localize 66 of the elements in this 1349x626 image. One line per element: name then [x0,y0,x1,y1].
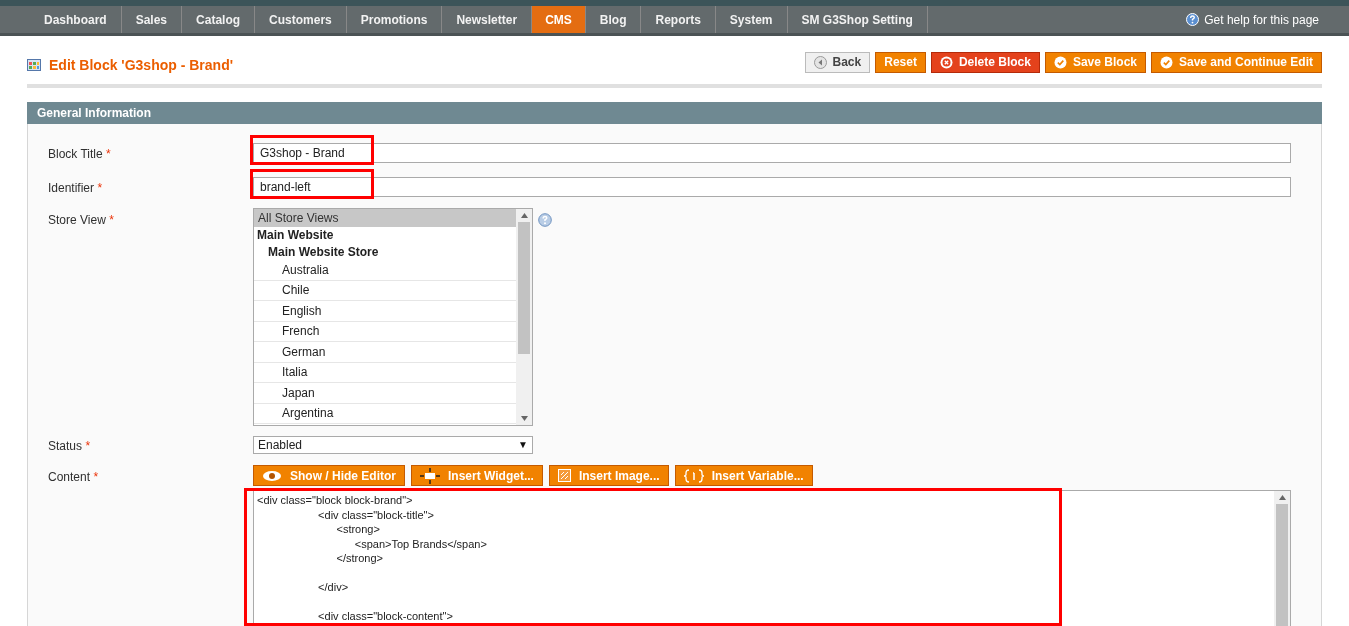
nav-tab[interactable]: CMS [532,6,586,33]
store-view-option[interactable]: Australia [254,260,516,281]
action-button[interactable]: Save and Continue Edit [1151,51,1322,73]
widget-icon [420,467,440,484]
code-line: <div class="block block-brand"> [257,493,413,508]
scroll-up-icon[interactable] [1278,495,1286,500]
store-view-option[interactable]: Main Website Store [254,243,516,260]
braces-icon [683,468,704,483]
checkmark-icon [1160,55,1173,69]
store-view-option[interactable]: Japan [254,383,516,404]
store-view-option[interactable]: Main Website [254,227,516,243]
store-view-option[interactable]: French [254,321,516,342]
scroll-down-icon[interactable] [520,416,528,421]
help-icon [538,213,552,227]
editor-tool-button[interactable]: Insert Image... [548,465,669,486]
field-label: Store View * [48,212,115,229]
code-line: <span>Top Brands</span> [353,536,487,551]
code-line: </strong> [335,551,383,566]
nav-tab[interactable]: SM G3Shop Setting [787,6,928,33]
store-view-option[interactable]: German [254,342,516,363]
scroll-thumb[interactable] [1276,504,1288,626]
scrollbar[interactable] [1274,491,1290,626]
identifier-field[interactable]: brand-left [253,177,1291,197]
scroll-up-icon[interactable] [520,213,528,218]
checkmark-icon [1053,55,1067,69]
editor-tool-button[interactable]: Insert Variable... [674,465,813,486]
help-link[interactable]: Get help for this page [1204,10,1319,29]
field-label: Block Title * [48,145,112,163]
code-line: </div> [317,580,349,595]
page-title: Edit Block 'G3shop - Brand' [49,55,233,75]
field-label: Content * [48,469,100,486]
block-title-field[interactable]: G3shop - Brand [253,143,1291,163]
store-view-option[interactable]: Argentina [254,403,516,424]
help-icon [1186,13,1200,26]
section-title: General Information [37,105,152,122]
scroll-thumb[interactable] [518,222,530,354]
action-button[interactable]: Back [804,51,871,73]
field-label: Status * [48,438,92,455]
eye-icon [262,469,282,482]
store-view-option[interactable]: English [254,301,516,322]
action-button[interactable]: Save Block [1044,51,1146,73]
nav-tab[interactable]: Sales [121,6,183,33]
code-line: <div class="block-content"> [317,609,453,624]
scrollbar[interactable] [516,209,532,425]
nav-tab[interactable]: Reports [641,6,716,33]
store-view-option[interactable]: Italia [254,362,516,383]
action-button[interactable]: Delete Block [930,51,1040,73]
field-label: Identifier * [48,179,104,197]
editor-tool-button[interactable]: Insert Widget... [411,465,543,486]
action-button[interactable]: Reset [875,51,926,73]
store-view-option[interactable]: All Store Views [254,209,516,227]
editor-tool-button[interactable]: Show / Hide Editor [253,465,405,486]
grid-icon [27,59,41,71]
close-icon [939,55,953,69]
nav-tab[interactable]: Customers [255,6,347,33]
store-view-option[interactable]: Chile [254,280,516,301]
nav-tab[interactable]: Blog [585,6,642,33]
code-line: <div class="block-title"> [317,507,434,522]
code-line: <strong> [335,522,380,537]
nav-tab[interactable]: System [715,6,788,33]
status-select[interactable]: Enabled ▼ [253,435,533,454]
nav-tab[interactable]: Promotions [346,6,443,33]
nav-tab[interactable]: Catalog [182,6,256,33]
nav-tab[interactable]: Dashboard [30,6,122,33]
store-view-list[interactable]: All Store Views Main Website Main Website Store Australia Chile English French German Italia Japan Argentina [253,208,533,426]
image-icon [557,469,571,482]
